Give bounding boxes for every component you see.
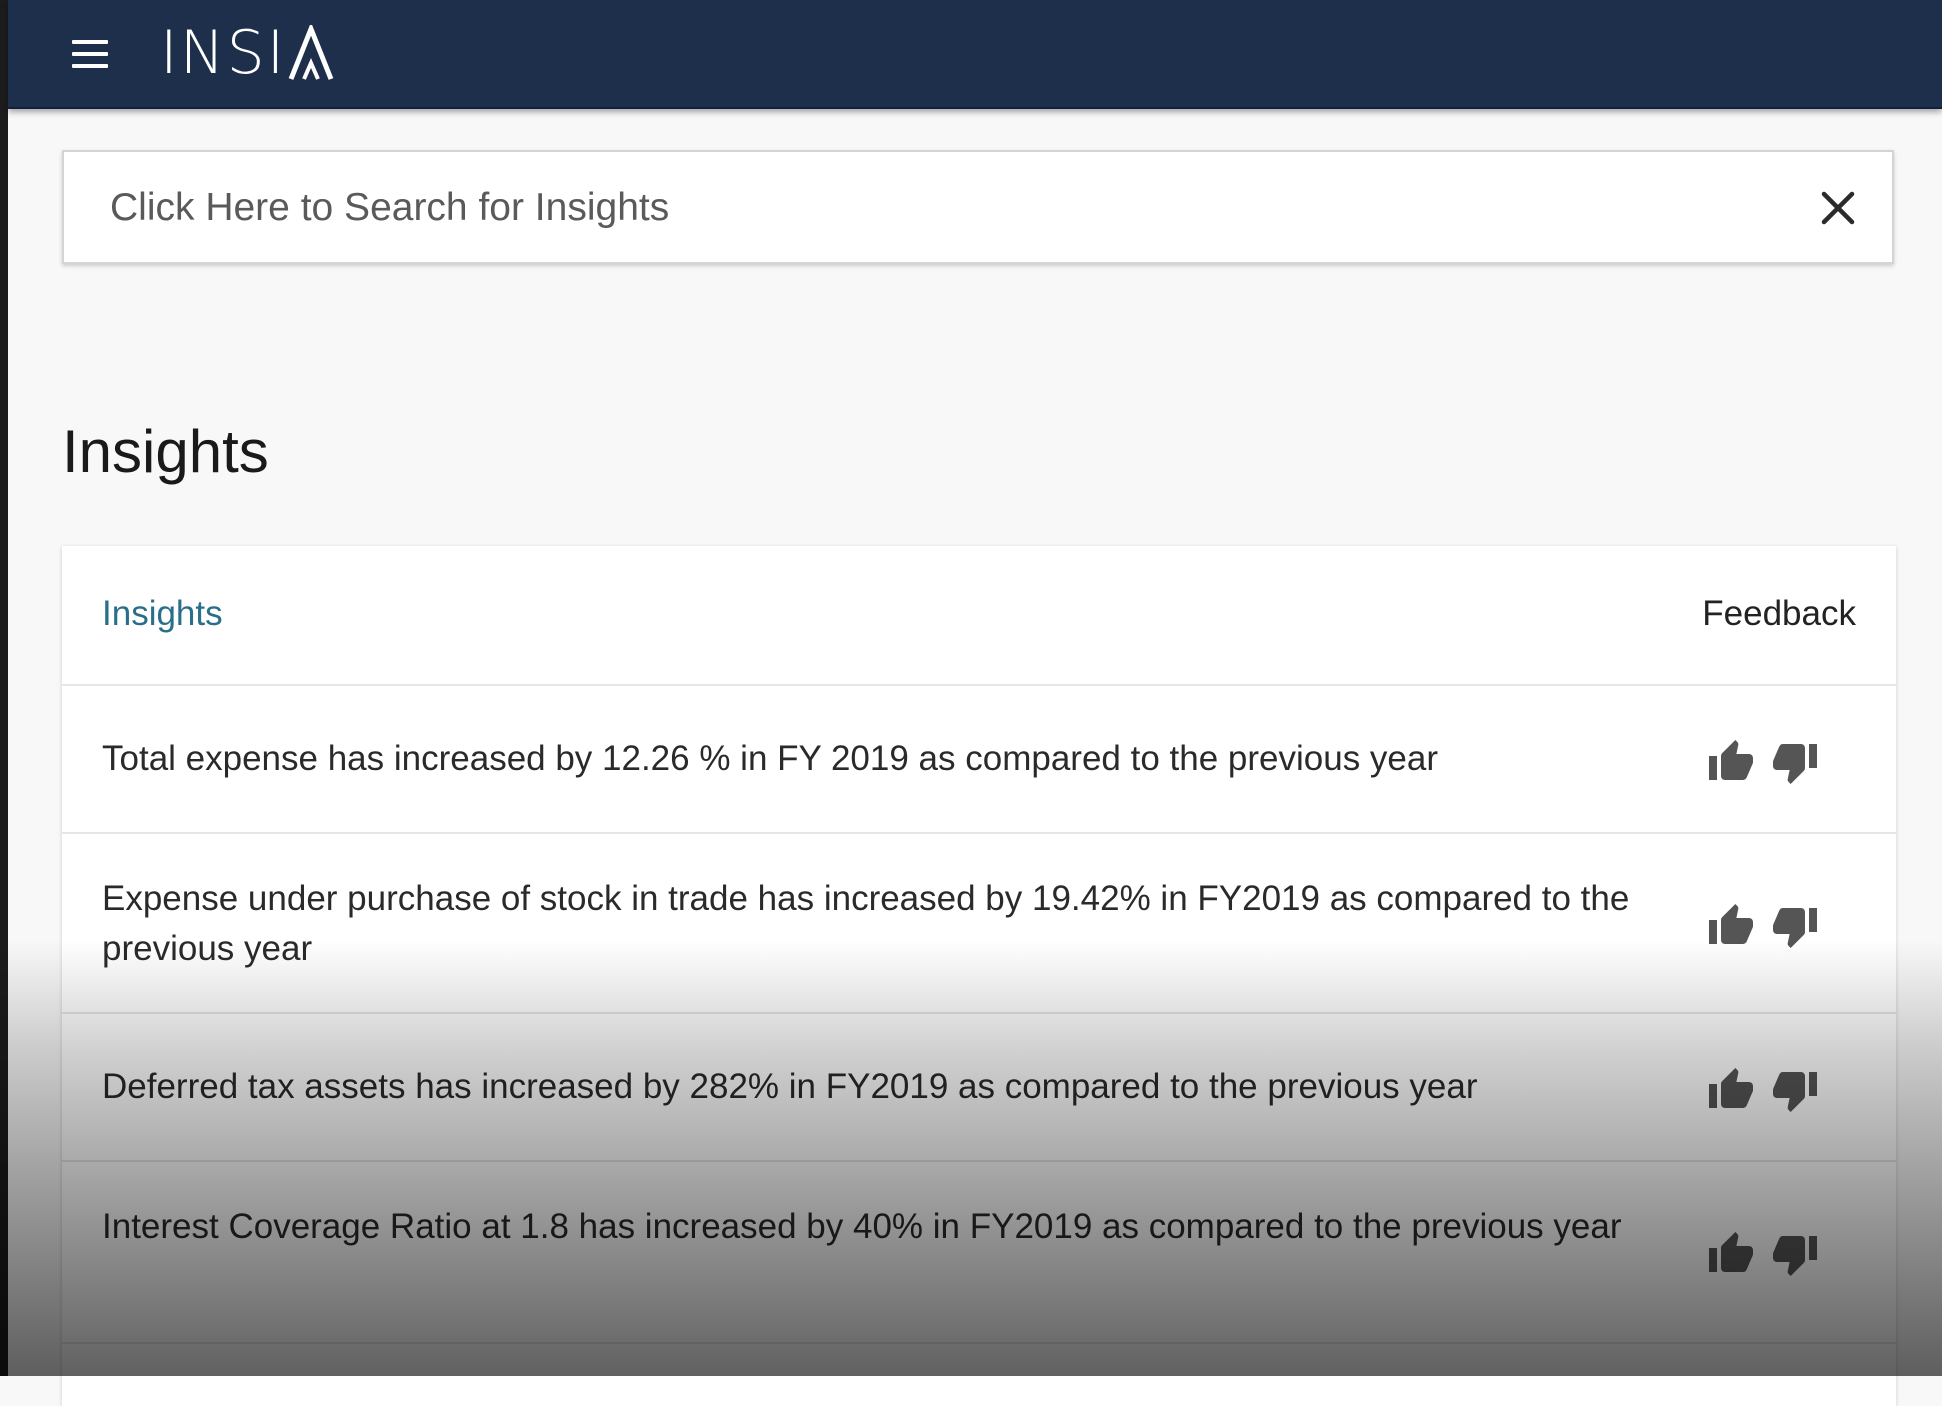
- table-row: Expense under purchase of stock in trade…: [62, 834, 1896, 1014]
- thumbs-down-icon[interactable]: [1770, 738, 1820, 786]
- close-icon[interactable]: [1816, 186, 1860, 230]
- logo-a-icon: [289, 25, 334, 80]
- search-box: [62, 150, 1894, 264]
- feedback-buttons: [1706, 738, 1826, 786]
- thumbs-down-icon[interactable]: [1770, 902, 1820, 950]
- app-logo[interactable]: INSI: [160, 18, 334, 88]
- page-title: Insights: [62, 418, 269, 485]
- table-row: Deferred tax assets has increased by 282…: [62, 1014, 1896, 1162]
- feedback-buttons: [1706, 1066, 1826, 1114]
- logo-text: INSI: [160, 18, 287, 88]
- thumbs-up-icon[interactable]: [1706, 1230, 1756, 1278]
- column-header-feedback: Feedback: [1702, 594, 1856, 633]
- column-header-insights[interactable]: Insights: [102, 594, 223, 634]
- table-header: Insights Feedback: [62, 546, 1896, 686]
- insight-text: Deferred tax assets has increased by 282…: [102, 1067, 1478, 1106]
- thumbs-down-icon[interactable]: [1770, 1230, 1820, 1278]
- thumbs-down-icon[interactable]: [1770, 1066, 1820, 1114]
- thumbs-up-icon[interactable]: [1706, 1066, 1756, 1114]
- insights-card: Insights Feedback Total expense has incr…: [62, 546, 1896, 1406]
- table-row: Total expense has increased by 12.26 % i…: [62, 686, 1896, 834]
- table-row: Interest Coverage Ratio at 1.8 has incre…: [62, 1162, 1896, 1344]
- top-app-bar: INSI: [8, 0, 1942, 109]
- insight-text: Interest Coverage Ratio at 1.8 has incre…: [102, 1207, 1622, 1246]
- search-input[interactable]: [108, 174, 1752, 242]
- feedback-buttons: [1706, 902, 1826, 950]
- window-edge: [0, 0, 8, 1376]
- feedback-buttons: [1706, 1230, 1826, 1278]
- insight-text: Expense under purchase of stock in trade…: [102, 879, 1630, 968]
- insight-text: Total expense has increased by 12.26 % i…: [102, 739, 1438, 778]
- thumbs-up-icon[interactable]: [1706, 902, 1756, 950]
- hamburger-menu-icon[interactable]: [66, 38, 114, 72]
- thumbs-up-icon[interactable]: [1706, 738, 1756, 786]
